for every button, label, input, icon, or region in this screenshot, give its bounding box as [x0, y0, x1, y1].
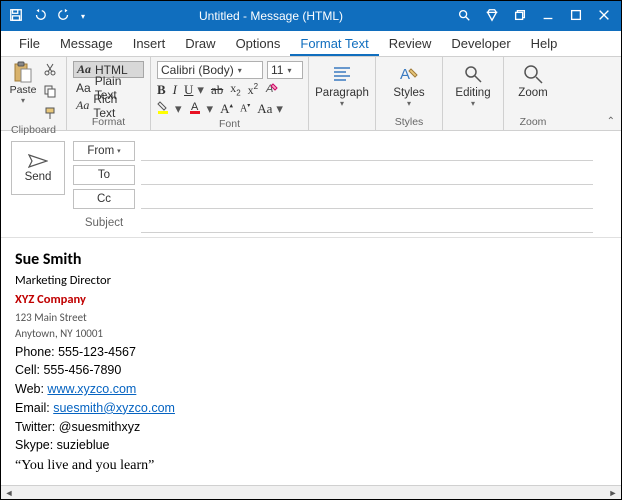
close-icon[interactable] [597, 8, 611, 25]
clear-format-icon[interactable]: A [265, 81, 279, 99]
subject-label: Subject [73, 217, 135, 229]
change-case-button[interactable]: Aa [257, 101, 272, 117]
cc-button[interactable]: Cc [73, 189, 135, 209]
subscript-button[interactable]: x2 [230, 81, 240, 97]
subject-field[interactable] [141, 213, 593, 233]
mail-body[interactable]: Sue Smith Marketing Director XYZ Company… [1, 238, 621, 488]
sig-web-link[interactable]: www.xyzco.com [47, 382, 136, 396]
sig-email-link[interactable]: suesmith@xyzco.com [53, 401, 175, 415]
sig-company: XYZ Company [15, 291, 607, 310]
tab-insert[interactable]: Insert [123, 32, 176, 56]
maximize-icon[interactable] [569, 8, 583, 25]
font-name-combo[interactable]: Calibri (Body)▾ [157, 61, 263, 79]
group-label-zoom: Zoom [510, 115, 556, 130]
tab-developer[interactable]: Developer [441, 32, 520, 56]
window-restore-icon[interactable] [513, 8, 527, 25]
sig-name: Sue Smith [15, 248, 607, 272]
to-field[interactable] [141, 165, 593, 185]
tab-message[interactable]: Message [50, 32, 123, 56]
font-size-combo[interactable]: 11▾ [267, 61, 303, 79]
font-color-button[interactable]: A [189, 100, 203, 118]
svg-text:A: A [400, 66, 410, 83]
strikethrough-button[interactable]: ab [211, 82, 223, 98]
sig-addr2: Anytown, NY 10001 [15, 326, 607, 343]
redo-icon[interactable] [57, 8, 71, 25]
collapse-ribbon-icon[interactable]: ⌃ [607, 116, 615, 127]
to-button[interactable]: To [73, 165, 135, 185]
save-icon[interactable] [9, 8, 23, 25]
group-label-styles: Styles [382, 115, 436, 130]
sig-web: Web: www.xyzco.com [15, 380, 607, 399]
tab-format-text[interactable]: Format Text [290, 32, 378, 56]
copy-icon[interactable] [43, 84, 57, 101]
italic-button[interactable]: I [173, 82, 177, 98]
search-icon[interactable] [457, 8, 471, 25]
diamond-icon[interactable] [485, 8, 499, 25]
cut-icon[interactable] [43, 62, 57, 79]
tab-options[interactable]: Options [226, 32, 291, 56]
sig-email: Email: suesmith@xyzco.com [15, 399, 607, 418]
zoom-button[interactable]: Zoom [510, 59, 556, 99]
ribbon: Paste ▾ Clipboard AaHTML AaPlain Text Aa… [1, 57, 621, 131]
minimize-icon[interactable] [541, 8, 555, 25]
format-painter-icon[interactable] [43, 106, 57, 123]
group-label-clipboard: Clipboard [7, 123, 60, 138]
group-label-format: Format [73, 115, 144, 130]
format-rich-button[interactable]: AaRich Text [73, 97, 144, 114]
shrink-font-button[interactable]: A▾ [240, 102, 250, 114]
scroll-right-icon[interactable]: ► [607, 487, 619, 499]
from-field[interactable] [141, 141, 593, 161]
tab-review[interactable]: Review [379, 32, 442, 56]
compose-header: Send From▾ To Cc Subject [1, 131, 621, 238]
from-button[interactable]: From▾ [73, 141, 135, 161]
title-bar: ▾ Untitled - Message (HTML) [1, 1, 621, 31]
sig-skype: Skype: suzieblue [15, 436, 607, 455]
ribbon-tabs: File Message Insert Draw Options Format … [1, 31, 621, 57]
bold-button[interactable]: B [157, 82, 166, 98]
styles-button[interactable]: A Styles ▾ [382, 59, 436, 108]
superscript-button[interactable]: x2 [248, 82, 258, 98]
sig-title: Marketing Director [15, 272, 607, 291]
sig-cell: Cell: 555-456-7890 [15, 361, 607, 380]
tab-draw[interactable]: Draw [175, 32, 225, 56]
underline-button[interactable]: U [184, 82, 193, 98]
grow-font-button[interactable]: A▴ [220, 101, 233, 117]
scroll-left-icon[interactable]: ◄ [3, 487, 15, 499]
editing-button[interactable]: Editing ▾ [449, 59, 497, 108]
undo-icon[interactable] [33, 8, 47, 25]
highlight-button[interactable] [157, 100, 171, 118]
sig-addr1: 123 Main Street [15, 310, 607, 327]
sig-motto: “You live and you learn” [15, 455, 607, 476]
sig-twitter: Twitter: @suesmithxyz [15, 418, 607, 437]
sig-phone: Phone: 555-123-4567 [15, 343, 607, 362]
tab-help[interactable]: Help [521, 32, 568, 56]
hscrollbar[interactable]: ◄ ► [1, 485, 621, 499]
paragraph-button[interactable]: Paragraph ▾ [315, 59, 369, 108]
group-label-font: Font [157, 117, 302, 132]
cc-field[interactable] [141, 189, 593, 209]
send-button[interactable]: Send [11, 141, 65, 195]
window-title: Untitled - Message (HTML) [85, 9, 457, 23]
tab-file[interactable]: File [9, 32, 50, 56]
paste-button[interactable]: Paste ▾ [7, 59, 39, 105]
